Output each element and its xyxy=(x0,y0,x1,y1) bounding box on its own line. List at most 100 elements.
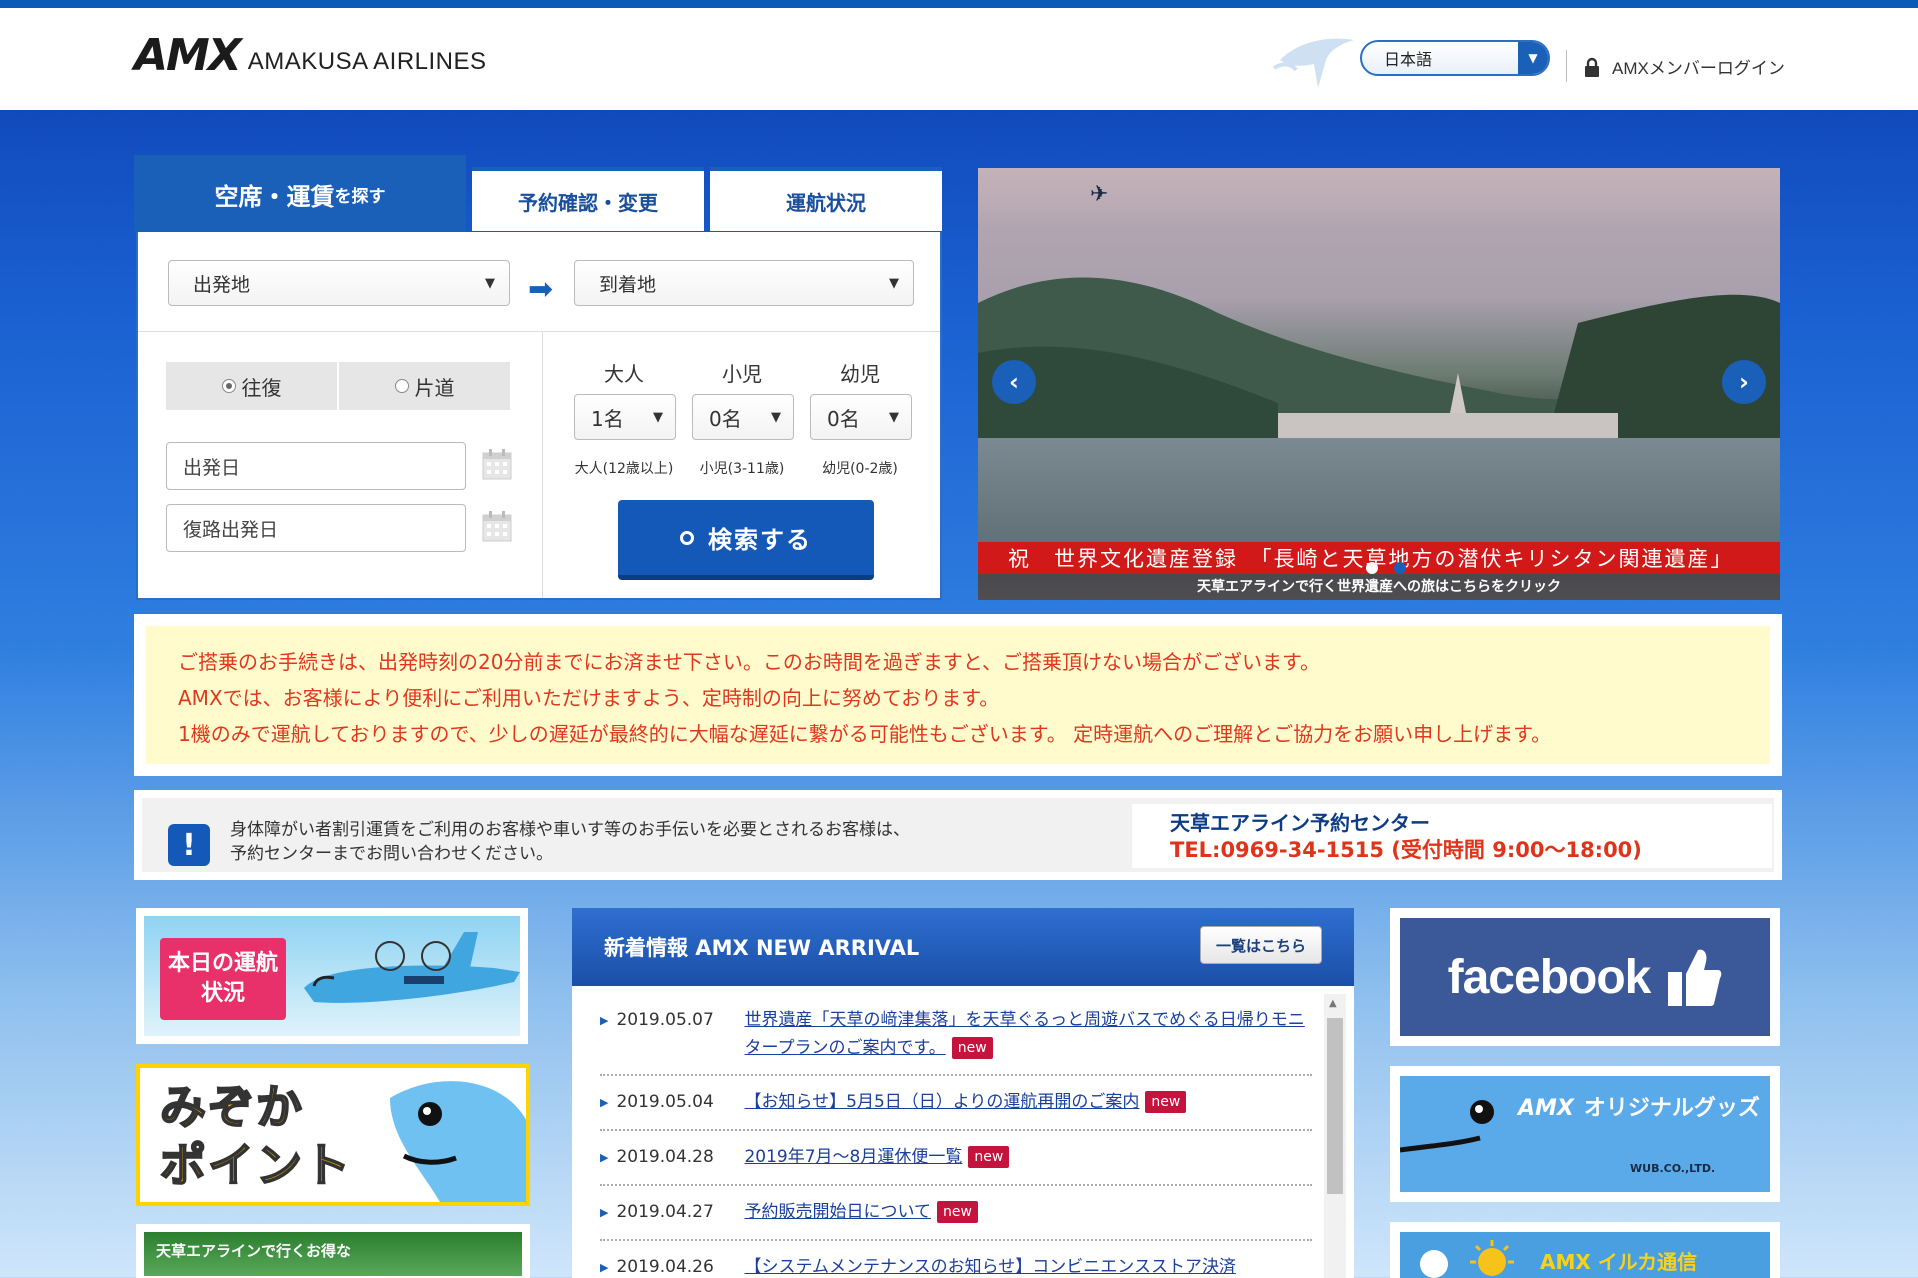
tab-reservation[interactable]: 予約確認・変更 xyxy=(472,167,704,231)
slide-next-button[interactable]: › xyxy=(1722,360,1766,404)
sun-cloud-icon xyxy=(1420,1240,1514,1278)
return-date-field[interactable]: 復路出発日 xyxy=(166,504,466,552)
site-header: AMX AMAKUSA AIRLINES 日本語 ▼ AMXメンバーログイン xyxy=(0,8,1918,110)
lock-icon xyxy=(1585,57,1599,77)
header-divider xyxy=(1566,50,1567,82)
news-title-link[interactable]: 世界遺産「天草の﨑津集落」を天草ぐるっと周遊バスでめぐる日帰りモニタープランのご… xyxy=(744,1010,1304,1058)
exclamation-icon: ! xyxy=(168,824,210,866)
caret-down-icon: ▼ xyxy=(889,409,899,425)
tab-availability[interactable]: 空席・運賃 を探す xyxy=(134,155,466,233)
new-badge: new xyxy=(951,1037,993,1059)
airplane-illustration xyxy=(304,932,520,1003)
news-list: ▶ 2019.05.07 世界遺産「天草の﨑津集落」を天草ぐるっと周遊バスでめぐ… xyxy=(600,994,1312,1278)
news-title-wrap: 世界遺産「天草の﨑津集落」を天草ぐるっと周遊バスでめぐる日帰りモニタープランのご… xyxy=(744,1006,1312,1062)
iruka-newsletter-banner-body: AMX イルカ通信 xyxy=(1400,1232,1770,1278)
mizoka-point-banner-body: みぞか ポイント xyxy=(140,1068,526,1202)
reservation-center-tel[interactable]: TEL:0969-34-1515 (受付時間 9:00〜18:00) xyxy=(1170,836,1734,864)
search-panel: 出発地 ▼ ➡ 到着地 ▼ 往復 片道 出発日 復路出発日 大人 小児 幼児 1… xyxy=(136,232,942,600)
child-label: 小児 xyxy=(722,362,762,386)
child-note: 小児(3-11歳) xyxy=(699,461,785,477)
language-select[interactable]: 日本語 ▼ xyxy=(1360,40,1550,76)
depart-date-field[interactable]: 出発日 xyxy=(166,442,466,490)
accessibility-text: 身体障がい者割引運賃をご利用のお客様や車いす等のお手伝いを必要とされるお客様は、… xyxy=(230,818,910,866)
scrollbar-thumb[interactable] xyxy=(1327,1018,1343,1194)
destination-select[interactable]: 到着地 ▼ xyxy=(574,260,914,306)
slide-dot[interactable] xyxy=(1366,562,1378,574)
news-title-wrap: 【お知らせ】5月5日（日）よりの運航再開のご案内 new xyxy=(744,1088,1187,1116)
calendar-icon[interactable] xyxy=(482,510,512,542)
bullet-icon: ▶ xyxy=(600,1096,609,1109)
mizoka-line: みぞか xyxy=(159,1079,304,1135)
hero-slideshow[interactable]: ✈ ‹ › 祝 世界文化遺産登録 「長崎と天草地方の潜伏キリシタン関連遺産」 天… xyxy=(978,168,1780,600)
member-login-link[interactable]: AMXメンバーログイン xyxy=(1584,54,1785,79)
original-goods-banner-body: AMX オリジナルグッズ WUB.CO.,LTD. xyxy=(1400,1076,1770,1192)
news-item: ▶ 2019.04.26 【システムメンテナンスのお知らせ】コンビニエンスストア… xyxy=(600,1241,1312,1278)
news-scrollbar[interactable]: ▲ xyxy=(1324,994,1346,1278)
goods-label: オリジナルグッズ xyxy=(1583,1096,1760,1121)
adult-note: 大人(12歳以上) xyxy=(574,461,674,477)
mizoka-point-banner[interactable]: みぞか ポイント xyxy=(136,1064,530,1206)
news-title-link[interactable]: 予約販売開始日について xyxy=(744,1202,931,1222)
return-date-placeholder: 復路出発日 xyxy=(183,518,279,541)
search-button[interactable]: 検索する xyxy=(618,500,874,580)
notice-line: AMXでは、お客様により便利にご利用いただけますよう、定時制の向上に努めておりま… xyxy=(178,686,1000,710)
new-badge: new xyxy=(1145,1091,1187,1113)
slide-pagination xyxy=(1358,562,1414,574)
accessibility-info-body: ! 身体障がい者割引運賃をご利用のお客様や車いす等のお手伝いを必要とされるお客様… xyxy=(142,798,1774,872)
tab-availability-suffix: を探す xyxy=(334,186,386,207)
child-count-select[interactable]: 0名 ▼ xyxy=(692,394,794,440)
reservation-center-title: 天草エアライン予約センター xyxy=(1170,811,1430,835)
search-button-label: 検索する xyxy=(708,526,812,554)
caret-down-icon: ▼ xyxy=(771,409,781,425)
scroll-up-icon[interactable]: ▲ xyxy=(1329,998,1337,1009)
news-more-button[interactable]: 一覧はこちら xyxy=(1200,926,1322,964)
slide-prev-button[interactable]: ‹ xyxy=(992,360,1036,404)
logo-text: AMAKUSA AIRLINES xyxy=(247,48,487,75)
news-title-wrap: 【システムメンテナンスのお知らせ】コンビニエンスストア決済 xyxy=(744,1253,1235,1278)
roundtrip-option[interactable]: 往復 xyxy=(166,362,337,410)
flight-status-banner[interactable]: 本日の運航状況 xyxy=(136,908,528,1044)
infant-count-select[interactable]: 0名 ▼ xyxy=(810,394,912,440)
tab-flight-status[interactable]: 運航状況 xyxy=(710,167,942,231)
depart-date-placeholder: 出発日 xyxy=(183,456,241,479)
origin-value: 出発地 xyxy=(193,273,251,296)
destination-value: 到着地 xyxy=(599,273,657,296)
bullet-icon: ▶ xyxy=(600,1261,609,1274)
infant-label: 幼児 xyxy=(840,362,880,386)
amx-logo[interactable]: AMX AMAKUSA AIRLINES xyxy=(134,34,487,78)
boarding-notice-body: ご搭乗のお手続きは、出発時刻の20分前までにお済ませ下さい。このお時間を過ぎます… xyxy=(146,626,1770,764)
oneway-option[interactable]: 片道 xyxy=(339,362,510,410)
slide-dot-active[interactable] xyxy=(1394,562,1406,574)
origin-select[interactable]: 出発地 ▼ xyxy=(168,260,510,306)
facebook-banner[interactable]: facebook xyxy=(1390,908,1780,1046)
news-title-link[interactable]: 2019年7月〜8月運休便一覧 xyxy=(744,1147,962,1167)
calendar-icon[interactable] xyxy=(482,448,512,480)
flight-status-label: 本日の運航状況 xyxy=(160,938,286,1020)
adult-count-select[interactable]: 1名 ▼ xyxy=(574,394,676,440)
news-item: ▶ 2019.04.28 2019年7月〜8月運休便一覧 new xyxy=(600,1131,1312,1186)
mizoka-line: ポイント xyxy=(159,1137,352,1193)
news-date: 2019.05.04 xyxy=(616,1092,714,1112)
search-dot-icon xyxy=(680,530,694,545)
logo-mark: AMX xyxy=(134,30,242,81)
travel-deal-banner[interactable]: 天草エアラインで行くお得な xyxy=(136,1224,530,1278)
goods-company: WUB.CO.,LTD. xyxy=(1630,1162,1716,1175)
boarding-notice: ご搭乗のお手続きは、出発時刻の20分前までにお済ませ下さい。このお時間を過ぎます… xyxy=(134,614,1782,776)
news-item: ▶ 2019.05.07 世界遺産「天草の﨑津集落」を天草ぐるっと周遊バスでめぐ… xyxy=(600,994,1312,1076)
arrow-right-icon: ➡ xyxy=(528,272,554,307)
goods-brand: AMX xyxy=(1518,1096,1574,1121)
info-line: 予約センターまでお問い合わせください。 xyxy=(230,844,553,864)
thumbs-up-icon xyxy=(1668,949,1722,1006)
original-goods-banner[interactable]: AMX オリジナルグッズ WUB.CO.,LTD. xyxy=(1390,1066,1780,1202)
adult-count-value: 1名 xyxy=(591,406,624,431)
news-date: 2019.04.27 xyxy=(616,1202,714,1222)
roundtrip-label: 往復 xyxy=(241,375,282,400)
language-value: 日本語 xyxy=(1384,52,1433,69)
caret-down-icon: ▼ xyxy=(653,409,663,425)
iruka-label: AMX イルカ通信 xyxy=(1540,1250,1698,1274)
new-badge: new xyxy=(968,1146,1010,1168)
news-title-link[interactable]: 【システムメンテナンスのお知らせ】コンビニエンスストア決済 xyxy=(744,1257,1235,1277)
iruka-newsletter-banner[interactable]: AMX イルカ通信 xyxy=(1390,1222,1780,1278)
news-title-link[interactable]: 【お知らせ】5月5日（日）よりの運航再開のご案内 xyxy=(744,1092,1139,1112)
news-date: 2019.04.28 xyxy=(616,1147,714,1167)
